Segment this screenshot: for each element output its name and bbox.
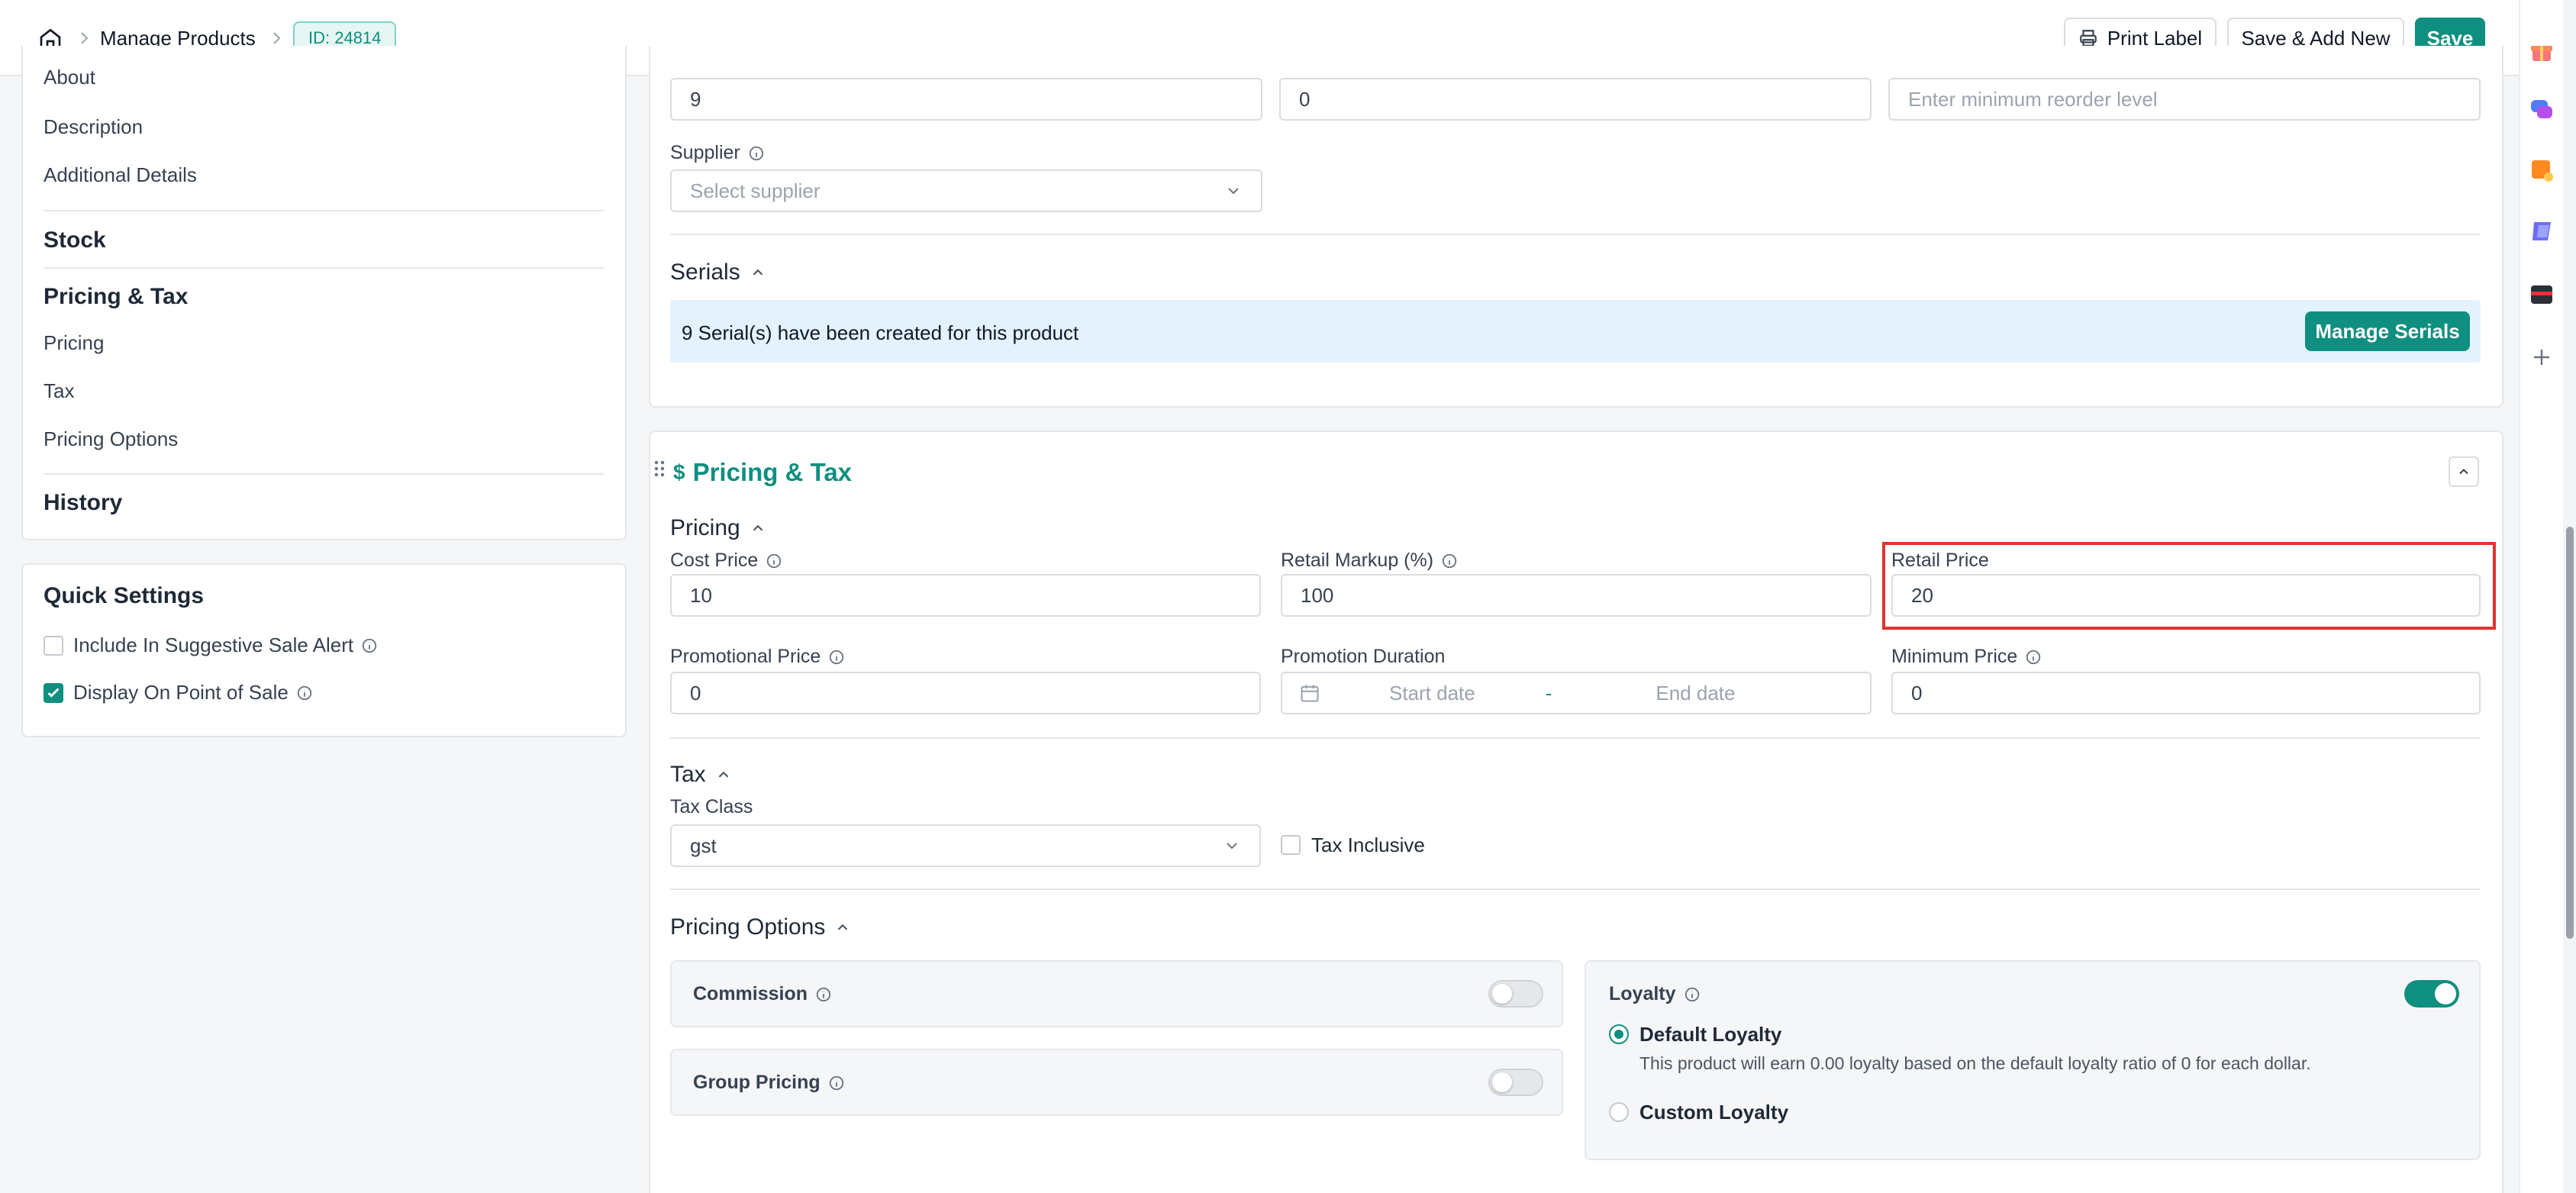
add-app-icon[interactable] xyxy=(2529,345,2554,369)
scrollbar-thumb[interactable] xyxy=(2566,527,2574,939)
chevron-right-icon xyxy=(76,29,92,47)
nav-item-additional-details[interactable]: Additional Details xyxy=(44,163,197,187)
chevron-up-icon xyxy=(750,264,766,281)
date-separator: - xyxy=(1545,681,1552,705)
group-pricing-label: Group Pricing xyxy=(693,1072,845,1094)
retail-price-input[interactable]: 20 xyxy=(1891,574,2481,617)
nav-item-stock[interactable]: Stock xyxy=(44,227,106,253)
info-icon[interactable] xyxy=(296,685,313,701)
section-divider xyxy=(670,737,2481,739)
serials-message: 9 Serial(s) have been created for this p… xyxy=(682,321,1079,344)
info-icon[interactable] xyxy=(828,1075,845,1091)
commission-toggle[interactable] xyxy=(1488,980,1543,1008)
chevron-up-icon xyxy=(2456,464,2471,479)
tax-inclusive-checkbox[interactable] xyxy=(1281,835,1301,855)
include-suggestive-label: Include In Suggestive Sale Alert xyxy=(73,634,378,657)
loyalty-card: Loyalty Default Loyalty This product wil… xyxy=(1585,960,2481,1160)
gift-app-icon[interactable] xyxy=(2528,38,2555,66)
chevron-right-icon xyxy=(269,29,284,47)
nav-item-pricing-options[interactable]: Pricing Options xyxy=(44,427,178,451)
custom-loyalty-label: Custom Loyalty xyxy=(1639,1101,1789,1124)
tax-class-label: Tax Class xyxy=(670,796,753,817)
pricing-tax-title: $ Pricing & Tax xyxy=(673,458,853,486)
default-loyalty-radio[interactable] xyxy=(1609,1024,1629,1044)
tax-inclusive-label: Tax Inclusive xyxy=(1311,833,1425,856)
default-loyalty-label: Default Loyalty xyxy=(1639,1023,1782,1046)
default-loyalty-description: This product will earn 0.00 loyalty base… xyxy=(1639,1053,2311,1073)
supplier-select[interactable]: Select supplier xyxy=(670,169,1262,212)
display-pos-label: Display On Point of Sale xyxy=(73,681,313,705)
notes-app-icon[interactable] xyxy=(2528,156,2555,184)
nav-item-pricing[interactable]: Pricing xyxy=(44,331,104,355)
info-icon[interactable] xyxy=(766,553,782,569)
info-icon[interactable] xyxy=(2025,649,2042,666)
nav-item-tax[interactable]: Tax xyxy=(44,379,74,403)
section-divider xyxy=(670,234,2481,235)
card-app-icon[interactable] xyxy=(2528,281,2555,308)
nav-divider xyxy=(44,473,604,475)
loyalty-label: Loyalty xyxy=(1609,983,1701,1005)
chevron-up-icon xyxy=(750,520,766,537)
supplier-label: Supplier xyxy=(670,142,765,164)
retail-price-label: Retail Price xyxy=(1891,550,1989,571)
nav-item-pricing-tax[interactable]: Pricing & Tax xyxy=(44,284,189,310)
drag-handle-icon[interactable] xyxy=(653,459,666,481)
collapse-section-button[interactable] xyxy=(2449,456,2479,487)
loyalty-toggle[interactable] xyxy=(2404,980,2459,1008)
nav-divider xyxy=(44,210,604,211)
chevron-up-icon xyxy=(715,766,732,783)
info-icon[interactable] xyxy=(748,145,765,162)
nav-item-about[interactable]: About xyxy=(44,66,95,89)
info-icon[interactable] xyxy=(1684,986,1701,1003)
custom-loyalty-radio[interactable] xyxy=(1609,1102,1629,1122)
chevron-up-icon xyxy=(834,919,851,936)
info-icon[interactable] xyxy=(1441,553,1458,569)
min-price-input[interactable]: 0 xyxy=(1891,672,2481,714)
promo-price-input[interactable]: 0 xyxy=(670,672,1261,714)
min-reorder-input[interactable]: Enter minimum reorder level xyxy=(1888,78,2481,121)
commission-card: Commission xyxy=(670,960,1563,1027)
chevron-down-icon xyxy=(1223,837,1241,855)
section-divider xyxy=(670,888,2481,890)
calendar-icon xyxy=(1299,682,1320,704)
shield-app-icon[interactable] xyxy=(2528,218,2555,245)
display-pos-checkbox[interactable] xyxy=(44,683,63,703)
retail-markup-label: Retail Markup (%) xyxy=(1281,550,1458,572)
include-suggestive-checkbox[interactable] xyxy=(44,636,63,656)
retail-markup-input[interactable]: 100 xyxy=(1281,574,1872,617)
tax-class-select[interactable]: gst xyxy=(670,824,1261,867)
min-price-label: Minimum Price xyxy=(1891,646,2042,668)
group-pricing-card: Group Pricing xyxy=(670,1049,1563,1116)
commission-label: Commission xyxy=(693,983,832,1005)
group-pricing-toggle[interactable] xyxy=(1488,1069,1543,1096)
nav-divider xyxy=(44,267,604,269)
stock-quantity-input[interactable]: 9 xyxy=(670,78,1262,121)
chevron-down-icon xyxy=(1224,182,1243,200)
pricing-subheading[interactable]: Pricing xyxy=(670,515,766,541)
start-date-placeholder[interactable]: Start date xyxy=(1389,682,1475,705)
manage-serials-button[interactable]: Manage Serials xyxy=(2305,311,2470,351)
dollar-icon: $ xyxy=(673,460,685,484)
serials-heading[interactable]: Serials xyxy=(670,260,766,285)
nav-item-history[interactable]: History xyxy=(44,490,122,516)
quick-settings-title: Quick Settings xyxy=(44,583,205,608)
promo-duration-range[interactable]: Start date - End date xyxy=(1281,672,1872,714)
cost-price-input[interactable]: 10 xyxy=(670,574,1261,617)
end-date-placeholder[interactable]: End date xyxy=(1656,682,1735,705)
chat-app-icon[interactable] xyxy=(2528,95,2555,123)
stock-second-input[interactable]: 0 xyxy=(1279,78,1872,121)
pricing-options-subheading[interactable]: Pricing Options xyxy=(670,914,851,940)
info-icon[interactable] xyxy=(815,986,832,1003)
cost-price-label: Cost Price xyxy=(670,550,782,572)
promo-duration-label: Promotion Duration xyxy=(1281,646,1446,667)
nav-item-description[interactable]: Description xyxy=(44,115,143,139)
info-icon[interactable] xyxy=(828,649,845,666)
tax-subheading[interactable]: Tax xyxy=(670,762,732,788)
info-icon[interactable] xyxy=(361,637,378,654)
promo-price-label: Promotional Price xyxy=(670,646,845,668)
